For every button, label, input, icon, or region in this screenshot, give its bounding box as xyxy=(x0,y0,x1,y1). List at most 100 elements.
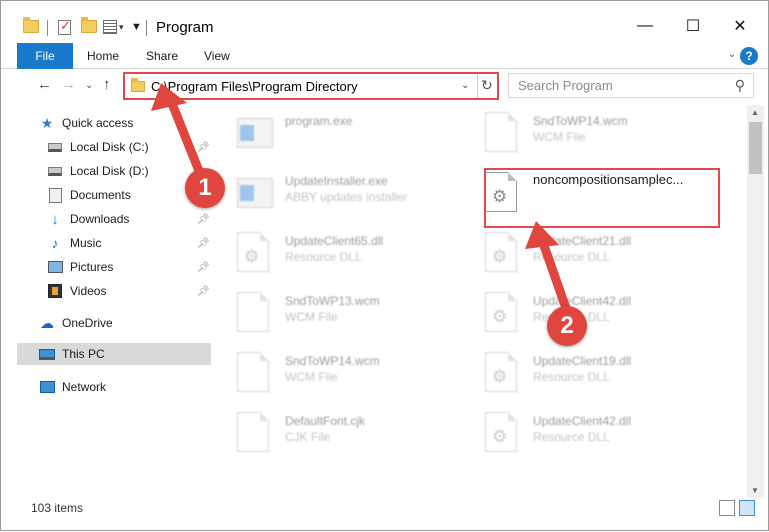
exe-icon xyxy=(237,112,273,156)
nav-local-disk-c[interactable]: Local Disk (C:) 📌︎ xyxy=(47,136,211,158)
videos-icon xyxy=(47,284,63,298)
chevron-down-icon[interactable]: ▾ xyxy=(119,22,124,38)
file-item[interactable]: SndToWP13.wcm WCM File xyxy=(223,286,463,342)
pin-icon[interactable]: 📌︎ xyxy=(197,262,210,273)
scroll-thumb[interactable] xyxy=(749,122,762,174)
chevron-down-icon[interactable]: ⌄ xyxy=(461,80,469,91)
nav-pictures[interactable]: Pictures 📌︎ xyxy=(47,256,211,278)
nav-videos[interactable]: Videos 📌︎ xyxy=(47,280,211,302)
nav-network[interactable]: Network xyxy=(39,376,211,398)
callout-2: 2 xyxy=(547,306,587,346)
settings-file-icon: ⚙ xyxy=(237,232,273,276)
file-name: DefaultFont.cjk xyxy=(285,414,366,428)
expand-ribbon-icon[interactable]: ⌄ xyxy=(728,49,736,60)
customize-toolbar-icon[interactable]: ▼ xyxy=(131,21,142,37)
file-type: Resource DLL xyxy=(285,250,362,264)
details-view-icon[interactable] xyxy=(719,500,735,516)
maximize-button[interactable]: ☐ xyxy=(678,13,708,39)
file-item[interactable]: program.exe xyxy=(223,106,463,162)
file-name: SndToWP14.wcm xyxy=(533,114,628,128)
refresh-icon[interactable]: ↻ xyxy=(481,77,493,94)
tab-file[interactable]: File xyxy=(17,43,73,69)
nav-quick-access[interactable]: ★ Quick access xyxy=(39,112,211,134)
file-item[interactable]: ⚙ UpdateClient65.dll Resource DLL xyxy=(223,226,463,282)
folder-icon xyxy=(131,78,145,92)
file-item[interactable]: ⚙ UpdateClient19.dll Resource DLL xyxy=(471,346,711,402)
new-folder-icon[interactable] xyxy=(81,17,97,36)
close-button[interactable]: ✕ xyxy=(725,13,755,39)
search-icon[interactable]: ⚲ xyxy=(735,77,745,94)
tab-home[interactable]: Home xyxy=(87,43,119,69)
pin-icon[interactable]: 📌︎ xyxy=(197,238,210,249)
file-name: UpdateClient65.dll xyxy=(285,234,384,248)
minimize-button[interactable]: — xyxy=(630,13,660,39)
file-name: UpdateClient21.dll xyxy=(533,234,632,248)
help-button[interactable]: ? xyxy=(740,47,758,65)
search-box[interactable]: Search Program ⚲ xyxy=(508,73,754,98)
callout-1: 1 xyxy=(185,168,225,208)
settings-file-icon: ⚙ xyxy=(485,412,521,456)
scroll-up-icon[interactable]: ▲ xyxy=(751,108,759,117)
file-type: WCM File xyxy=(533,130,586,144)
address-bar[interactable]: C:\Program Files\Program Directory ⌄ ↻ xyxy=(123,72,499,100)
file-item[interactable]: SndToWP14.wcm WCM File xyxy=(471,106,711,162)
file-name: program.exe xyxy=(285,114,353,128)
nav-label: Pictures xyxy=(70,260,114,274)
nav-label: Music xyxy=(70,236,102,250)
computer-icon xyxy=(39,347,55,361)
pin-icon[interactable]: 📌︎ xyxy=(197,142,210,153)
file-item[interactable]: ⚙ UpdateClient42.dll Resource DLL xyxy=(471,286,711,342)
file-name: SndToWP13.wcm xyxy=(285,294,380,308)
back-button[interactable]: ← xyxy=(37,76,52,93)
nav-music[interactable]: ♪ Music 📌︎ xyxy=(47,232,211,254)
file-name: UpdateInstaller.exe xyxy=(285,174,388,188)
vertical-scrollbar[interactable]: ▲ ▼ xyxy=(747,105,764,498)
forward-button[interactable]: → xyxy=(61,76,76,93)
search-placeholder[interactable]: Search Program xyxy=(518,78,613,93)
recent-locations-icon[interactable]: ⌄ xyxy=(85,80,93,91)
file-item[interactable]: DefaultFont.cjk CJK File xyxy=(223,406,463,462)
nav-label: Network xyxy=(62,380,107,394)
address-path[interactable]: C:\Program Files\Program Directory xyxy=(151,79,358,94)
file-item[interactable]: ⚙ UpdateClient21.dll Resource DLL xyxy=(471,226,711,282)
highlight-box xyxy=(484,168,720,228)
network-icon xyxy=(39,380,55,394)
file-type: Resource DLL xyxy=(533,430,610,444)
nav-downloads[interactable]: ↓ Downloads 📌︎ xyxy=(47,208,211,230)
file-item[interactable]: ⚙ UpdateClient42.dll Resource DLL xyxy=(471,406,711,462)
drive-icon xyxy=(47,140,63,154)
document-icon xyxy=(485,112,521,156)
nav-label: Quick access xyxy=(62,116,134,130)
nav-label: Local Disk (D:) xyxy=(70,164,149,178)
folder-icon xyxy=(23,17,39,36)
scroll-down-icon[interactable]: ▼ xyxy=(751,486,759,495)
pictures-icon xyxy=(47,260,63,274)
file-name: SndToWP14.wcm xyxy=(285,354,380,368)
divider xyxy=(47,20,48,36)
window-title: Program xyxy=(156,19,214,36)
file-name: UpdateClient42.dll xyxy=(533,294,632,308)
pin-icon[interactable]: 📌︎ xyxy=(197,286,210,297)
file-item[interactable]: UpdateInstaller.exe ABBY updates install… xyxy=(223,166,463,222)
tab-share[interactable]: Share xyxy=(146,43,178,69)
settings-file-icon: ⚙ xyxy=(485,232,521,276)
nav-label: Documents xyxy=(70,188,131,202)
file-type: Resource DLL xyxy=(533,370,610,384)
properties-icon[interactable] xyxy=(103,20,117,36)
tab-view[interactable]: View xyxy=(204,43,230,69)
pin-icon[interactable]: 📌︎ xyxy=(197,214,210,225)
properties-check-icon[interactable] xyxy=(58,18,71,36)
large-icons-view-icon[interactable] xyxy=(739,500,755,516)
settings-file-icon: ⚙ xyxy=(485,352,521,396)
document-icon xyxy=(237,412,273,456)
file-item[interactable]: SndToWP14.wcm WCM File xyxy=(223,346,463,402)
file-name: UpdateClient19.dll xyxy=(533,354,632,368)
file-name: UpdateClient42.dll xyxy=(533,414,632,428)
nav-label: Local Disk (C:) xyxy=(70,140,149,154)
downloads-icon: ↓ xyxy=(51,210,59,228)
navigation-pane: ★ Quick access Local Disk (C:) 📌︎ Local … xyxy=(17,109,211,489)
file-type: CJK File xyxy=(285,430,331,444)
nav-this-pc[interactable]: This PC xyxy=(17,343,211,365)
nav-onedrive[interactable]: ☁ OneDrive xyxy=(39,312,211,334)
up-button[interactable]: ↑ xyxy=(103,76,111,93)
